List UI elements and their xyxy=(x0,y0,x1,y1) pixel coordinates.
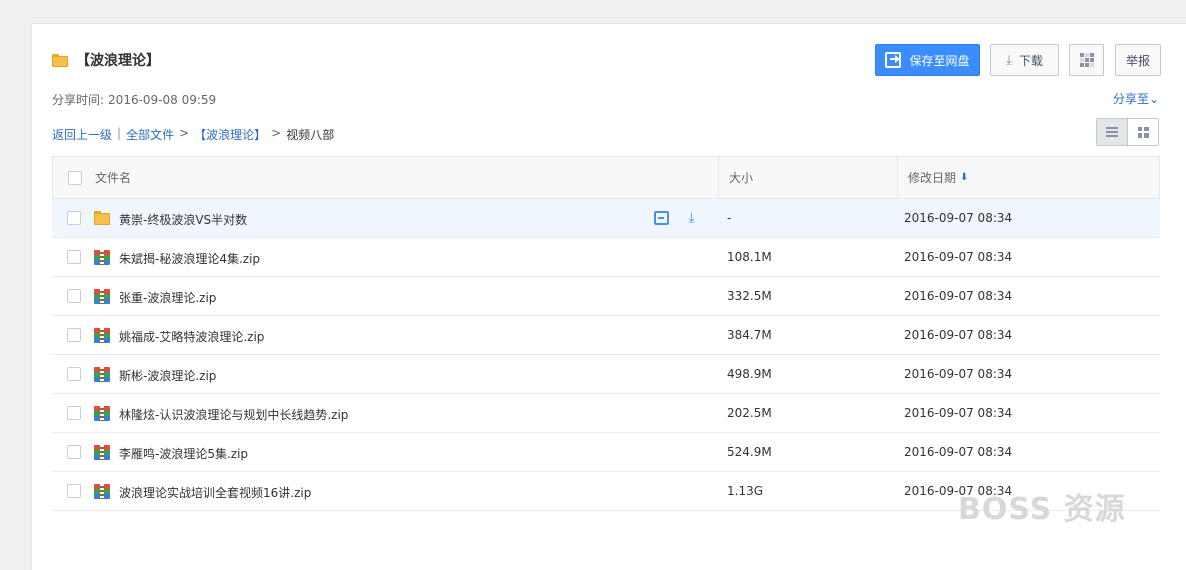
file-size: 384.7M xyxy=(727,328,772,342)
file-size: 202.5M xyxy=(727,406,772,420)
header-size[interactable]: 大小 xyxy=(718,157,753,198)
download-icon: ⤓ xyxy=(1006,52,1012,68)
table-row[interactable]: 斯彬-波浪理论.zip 498.9M 2016-09-07 08:34 xyxy=(52,355,1160,394)
row-download-button[interactable]: ⤓ xyxy=(683,210,700,226)
breadcrumb: 返回上一级 | 全部文件 > 【波浪理论】 > 视频八部 xyxy=(52,126,334,143)
save-icon xyxy=(654,211,669,225)
all-files-link[interactable]: 全部文件 xyxy=(126,126,174,143)
share-to-dropdown[interactable]: 分享至⌄ xyxy=(1113,90,1159,107)
file-date: 2016-09-07 08:34 xyxy=(904,211,1013,225)
file-name[interactable]: 李雁鸣-波浪理论5集.zip xyxy=(119,445,248,462)
zip-file-icon xyxy=(94,406,110,421)
file-size: 332.5M xyxy=(727,289,772,303)
download-icon: ⤓ xyxy=(688,210,695,226)
file-size: 524.9M xyxy=(727,445,772,459)
share-time-label: 分享时间: xyxy=(52,93,105,107)
file-name[interactable]: 朱斌揭-秘波浪理论4集.zip xyxy=(119,250,260,267)
table-row[interactable]: 林隆炫-认识波浪理论与规划中长线趋势.zip 202.5M 2016-09-07… xyxy=(52,394,1160,433)
file-size: - xyxy=(727,211,732,225)
breadcrumb-arrow: > xyxy=(271,126,282,140)
save-icon xyxy=(885,52,902,68)
download-label: 下载 xyxy=(1018,53,1043,68)
header-size-label: 大小 xyxy=(729,171,754,185)
file-size: 1.13G xyxy=(727,484,764,498)
row-checkbox[interactable] xyxy=(67,445,81,459)
save-to-drive-button[interactable]: 保存至网盘 xyxy=(875,44,980,76)
row-checkbox[interactable] xyxy=(67,406,81,420)
row-checkbox[interactable] xyxy=(67,289,81,303)
report-button[interactable]: 举报 xyxy=(1115,44,1161,76)
file-size: 498.9M xyxy=(727,367,772,381)
breadcrumb-arrow: > xyxy=(179,126,190,140)
file-name[interactable]: 斯彬-波浪理论.zip xyxy=(119,367,216,384)
table-row[interactable]: 朱斌揭-秘波浪理论4集.zip 108.1M 2016-09-07 08:34 xyxy=(52,238,1160,277)
file-name[interactable]: 波浪理论实战培训全套视频16讲.zip xyxy=(119,484,311,501)
list-view-button[interactable] xyxy=(1097,119,1128,145)
sort-desc-icon: ⬇ xyxy=(960,172,969,183)
row-checkbox[interactable] xyxy=(67,211,81,225)
grid-icon xyxy=(1137,126,1149,138)
row-checkbox[interactable] xyxy=(67,250,81,264)
header-filename: 文件名 xyxy=(95,171,132,185)
back-link[interactable]: 返回上一级 xyxy=(52,126,112,143)
table-row[interactable]: 李雁鸣-波浪理论5集.zip 524.9M 2016-09-07 08:34 xyxy=(52,433,1160,472)
file-date: 2016-09-07 08:34 xyxy=(904,367,1013,381)
table-row[interactable]: 姚福成-艾略特波浪理论.zip 384.7M 2016-09-07 08:34 xyxy=(52,316,1160,355)
file-date: 2016-09-07 08:34 xyxy=(904,328,1013,342)
report-label: 举报 xyxy=(1125,53,1150,68)
view-switch xyxy=(1096,118,1159,146)
list-icon xyxy=(1106,127,1118,137)
share-time-value: 2016-09-08 09:59 xyxy=(108,93,217,107)
file-date: 2016-09-07 08:34 xyxy=(904,250,1013,264)
folder-icon xyxy=(94,211,110,226)
row-checkbox[interactable] xyxy=(67,367,81,381)
row-save-button[interactable] xyxy=(653,210,670,226)
file-date: 2016-09-07 08:34 xyxy=(904,406,1013,420)
grid-view-button[interactable] xyxy=(1128,119,1158,145)
qrcode-icon xyxy=(1079,53,1094,67)
file-name[interactable]: 姚福成-艾略特波浪理论.zip xyxy=(119,328,264,345)
file-name[interactable]: 林隆炫-认识波浪理论与规划中长线趋势.zip xyxy=(119,406,348,423)
row-checkbox[interactable] xyxy=(67,484,81,498)
file-date: 2016-09-07 08:34 xyxy=(904,445,1013,459)
file-size: 108.1M xyxy=(727,250,772,264)
share-title-row: 【波浪理论】 xyxy=(52,50,160,70)
folder-link[interactable]: 【波浪理论】 xyxy=(194,126,266,143)
zip-file-icon xyxy=(94,289,110,304)
current-folder: 视频八部 xyxy=(286,128,335,142)
table-row[interactable]: 张重-波浪理论.zip 332.5M 2016-09-07 08:34 xyxy=(52,277,1160,316)
share-time: 分享时间: 2016-09-08 09:59 xyxy=(52,91,216,108)
watermark: BOSS 资源 xyxy=(958,492,1126,527)
breadcrumb-separator: | xyxy=(117,126,122,140)
zip-file-icon xyxy=(94,445,110,460)
zip-file-icon xyxy=(94,250,110,265)
header-date[interactable]: 修改日期 ⬇ xyxy=(897,157,968,198)
file-name[interactable]: 黄崇-终极波浪VS半对数 xyxy=(119,211,247,228)
file-date: 2016-09-07 08:34 xyxy=(904,289,1013,303)
file-name[interactable]: 张重-波浪理论.zip xyxy=(119,289,216,306)
table-header: 文件名 大小 修改日期 ⬇ xyxy=(52,156,1160,199)
download-button[interactable]: ⤓ 下载 xyxy=(990,44,1059,76)
select-all-checkbox[interactable] xyxy=(68,171,82,185)
row-checkbox[interactable] xyxy=(67,328,81,342)
file-table: 文件名 大小 修改日期 ⬇ 黄崇-终极波浪VS半对数 ⤓ - 2016-09-07… xyxy=(52,156,1160,511)
save-to-drive-label: 保存至网盘 xyxy=(909,53,970,68)
header-date-label: 修改日期 xyxy=(908,171,957,185)
zip-file-icon xyxy=(94,367,110,382)
zip-file-icon xyxy=(94,484,110,499)
zip-file-icon xyxy=(94,328,110,343)
folder-icon xyxy=(52,53,68,67)
table-row[interactable]: 黄崇-终极波浪VS半对数 ⤓ - 2016-09-07 08:34 xyxy=(52,199,1160,238)
page-title: 【波浪理论】 xyxy=(76,53,160,69)
qrcode-button[interactable] xyxy=(1069,44,1104,76)
